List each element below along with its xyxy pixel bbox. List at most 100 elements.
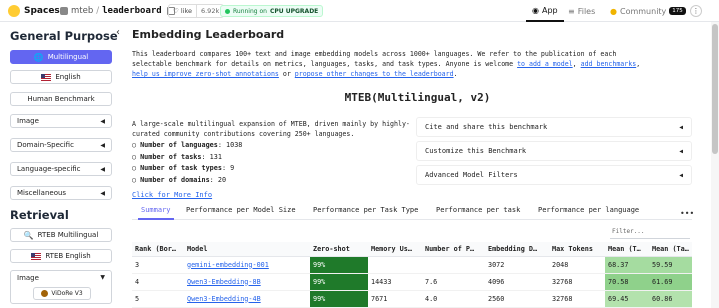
page-title: Embedding Leaderboard [132,28,285,41]
intro-comma: , [572,60,581,68]
results-tabs: Summary Performance per Model Size Perfo… [132,206,692,220]
breadcrumb-owner[interactable]: mteb [71,6,93,16]
cell-mean-tasktype: 59.59 [649,256,692,274]
cell-rank: 5 [132,290,184,308]
accordion-cite-label: Cite and share this benchmark [425,123,548,131]
like-button[interactable]: ♡ like 6.92k [168,4,225,18]
stat-domains: ○ Number of domains: 20 [132,175,242,187]
human-benchmark-button[interactable]: Human Benchmark [10,92,112,106]
breadcrumb-repo[interactable]: leaderboard [102,6,162,16]
col-zero-shot[interactable]: Zero-shot [310,242,368,257]
vidore-button[interactable]: ViDoRe V3 [33,287,91,300]
status-dot-icon [225,8,230,14]
english-label: English [55,73,81,81]
status-badge[interactable]: Running on CPU UPGRADE [220,5,324,17]
org-avatar-icon [60,7,68,15]
english-button[interactable]: English [10,70,112,84]
rteb-english-button[interactable]: RTEB English [10,249,112,263]
collapsed-triangle-icon: ◀ [100,165,105,173]
community-icon: ● [610,6,617,16]
hugging-face-icon [8,5,20,17]
page-scrollbar-thumb[interactable] [712,24,718,154]
intro-text-2: selectable benchmark for details on metr… [132,60,518,68]
model-link[interactable]: Qwen3-Embedding-8B [187,278,261,286]
cell-embedding-dim: 3072 [485,256,549,274]
tab-task-type[interactable]: Performance per Task Type [313,206,418,220]
stat-label: Number of languages [140,141,218,149]
col-max-tokens[interactable]: Max Tokens [549,242,605,257]
image-retrieval-header[interactable]: Image ▼ [11,271,111,285]
intro-text-1: This leaderboard compares 100+ text and … [132,50,617,58]
stat-sep: : [221,164,227,173]
cell-memory [368,256,422,274]
tab-summary[interactable]: Summary [138,206,174,220]
breadcrumb-separator: / [96,6,100,16]
accordion-filters[interactable]: Advanced Model Filters ◀ [416,165,692,185]
us-flag-icon [31,252,42,260]
cell-max-tokens: 32768 [549,273,605,291]
leaderboard-table: Rank (Bor… Model Zero-shot Memory Us… Nu… [132,242,692,308]
sidebar-group-language[interactable]: Language-specific ◀ [10,162,112,176]
table-row: 4 Qwen3-Embedding-8B 99% 14433 7.6 4096 … [132,273,692,291]
tab-files[interactable]: ≡ Files [568,0,595,22]
sidebar-group-image[interactable]: Image ◀ [10,114,112,128]
sidebar-group-domain[interactable]: Domain-Specific ◀ [10,138,112,152]
sidebar-group-misc[interactable]: Miscellaneous ◀ [10,186,112,200]
collapse-sidebar-icon[interactable]: ‹ [116,27,120,38]
cell-mean-task: 70.58 [605,273,649,291]
add-model-link[interactable]: to add a model [517,60,573,68]
cell-model: gemini-embedding-001 [184,256,310,274]
model-link[interactable]: Qwen3-Embedding-4B [187,295,261,303]
spaces-logo[interactable]: Spaces [8,5,60,17]
add-benchmarks-link[interactable]: add benchmarks [581,60,637,68]
collapsed-triangle-icon: ◀ [679,123,683,131]
cell-zero-shot: 99% [310,290,368,308]
accordion-cite[interactable]: Cite and share this benchmark ◀ [416,117,692,137]
intro-comma: , [636,60,641,68]
col-mean-task[interactable]: Mean (T… [605,242,649,257]
accordion-customize[interactable]: Customize this Benchmark ◀ [416,141,692,161]
filter-input[interactable]: Filter... [610,228,690,239]
col-rank[interactable]: Rank (Bor… [132,242,184,257]
rteb-multilingual-button[interactable]: 🔍 RTEB Multilingual [10,228,112,242]
tab-community-label: Community [619,6,667,16]
cell-mean-task: 68.37 [605,256,649,274]
col-params[interactable]: Number of P… [422,242,485,257]
group-language-label: Language-specific [17,165,81,173]
tab-app[interactable]: ◉ App [526,0,564,22]
multilingual-button[interactable]: 🌐 Multilingual [10,50,112,64]
benchmark-stats: ○ Number of languages: 1038 ○ Number of … [132,140,242,187]
tab-per-task[interactable]: Performance per task [436,206,520,220]
col-model[interactable]: Model [184,242,310,257]
tab-community[interactable]: ● Community 175 [610,0,686,22]
cell-mean-tasktype: 60.86 [649,290,692,308]
tab-per-language[interactable]: Performance per language [538,206,639,220]
benchmark-title: MTEB(Multilingual, v2) [344,91,491,104]
model-link[interactable]: gemini-embedding-001 [187,261,269,269]
sidebar: General Purpose 🌐 Multilingual English H… [0,22,124,308]
cell-memory: 14433 [368,273,422,291]
intro-or: or [278,70,295,78]
benchmark-description: A large-scale multilingual expansion of … [132,120,410,138]
col-embedding-dim[interactable]: Embedding D… [485,242,549,257]
us-flag-icon [41,73,52,81]
more-menu-icon[interactable]: ⋮ [690,5,702,17]
hardware-label: CPU UPGRADE [269,7,319,15]
more-info-link[interactable]: Click for More Info [132,191,212,199]
table-header-row: Rank (Bor… Model Zero-shot Memory Us… Nu… [132,242,692,257]
group-image2-label: Image [17,274,39,282]
col-mean-tasktype[interactable]: Mean (Ta… [649,242,692,257]
collapsed-triangle-icon: ◀ [679,171,683,179]
cell-params: 7.6 [422,273,485,291]
cell-rank: 3 [132,256,184,274]
cell-zero-shot: 99% [310,273,368,291]
propose-changes-link[interactable]: propose other changes to the leaderboard [295,70,454,78]
table-row: 5 Qwen3-Embedding-4B 99% 7671 4.0 2560 3… [132,290,692,308]
cell-embedding-dim: 4096 [485,273,549,291]
main-content: Embedding Leaderboard This leaderboard c… [124,22,711,308]
col-memory[interactable]: Memory Us… [368,242,422,257]
more-tabs-icon[interactable]: ••• [680,209,694,218]
collapsed-triangle-icon: ◀ [100,117,105,125]
tab-model-size[interactable]: Performance per Model Size [186,206,296,220]
zero-shot-link[interactable]: help us improve zero-shot annotations [132,70,279,78]
